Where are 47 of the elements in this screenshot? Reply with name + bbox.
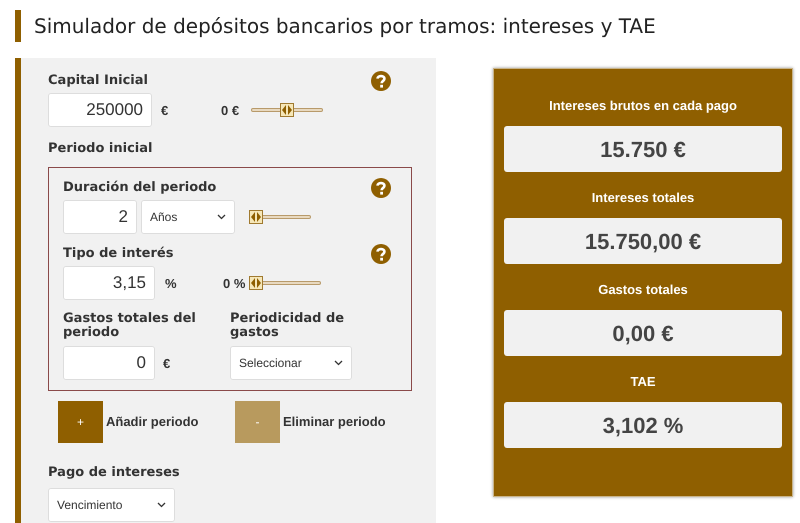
help-icon[interactable] xyxy=(371,71,391,91)
field-label: Capital Inicial xyxy=(48,72,148,90)
dropdown[interactable]: Vencimiento xyxy=(48,488,175,522)
double-arrow-icon xyxy=(251,212,261,222)
add-button[interactable]: + xyxy=(58,400,103,442)
result-value: 15.750 € xyxy=(504,126,782,172)
input-field[interactable]: 250000 xyxy=(48,93,152,127)
unit-label: 0 € xyxy=(221,103,240,118)
slider[interactable] xyxy=(249,210,311,224)
unit-label: % xyxy=(165,276,177,290)
double-arrow-icon xyxy=(251,278,262,288)
button-label: Añadir periodo xyxy=(106,412,198,431)
unit-label: € xyxy=(163,356,170,370)
result-value: 3,102 % xyxy=(504,402,782,448)
result-value: 0,00 € xyxy=(504,310,782,356)
input-field[interactable]: 3,15 xyxy=(63,266,155,300)
dropdown[interactable]: Seleccionar xyxy=(230,346,352,380)
field-label: Pago de intereses xyxy=(48,464,181,482)
chevron-icon xyxy=(334,360,343,366)
button-label: Eliminar periodo xyxy=(283,412,386,431)
field-label: Periodicidad de gastos xyxy=(230,312,346,340)
input-field[interactable]: 0 xyxy=(63,346,155,380)
chevron-icon xyxy=(157,502,166,508)
result-label: Intereses brutos en cada pago xyxy=(549,97,737,115)
title-accent-bar xyxy=(15,10,21,42)
slider[interactable] xyxy=(251,103,324,117)
dropdown[interactable]: Años xyxy=(141,200,235,234)
slider-thumb[interactable] xyxy=(280,103,294,117)
chevron-icon xyxy=(217,214,226,220)
field-label: Periodo inicial xyxy=(48,140,154,158)
slider-thumb[interactable] xyxy=(249,210,263,224)
help-icon[interactable] xyxy=(371,178,391,198)
result-value: 15.750,00 € xyxy=(504,218,782,264)
page-title: Simulador de depósitos bancarios por tramos: intereses y TAE xyxy=(34,13,656,40)
result-label: Intereses totales xyxy=(592,189,694,207)
slider-thumb[interactable] xyxy=(249,276,264,290)
result-label: Gastos totales xyxy=(598,281,688,299)
result-label: TAE xyxy=(630,373,656,391)
input-field[interactable]: 2 xyxy=(63,200,137,234)
slider[interactable] xyxy=(249,276,322,290)
unit-label: € xyxy=(161,103,168,118)
field-label: Duración del periodo xyxy=(63,178,216,196)
help-icon[interactable] xyxy=(371,244,391,264)
unit-label: 0 % xyxy=(223,276,246,290)
field-label: Gastos totales del periodo xyxy=(63,312,197,340)
double-arrow-icon xyxy=(282,105,292,115)
field-label: Tipo de interés xyxy=(63,244,174,262)
